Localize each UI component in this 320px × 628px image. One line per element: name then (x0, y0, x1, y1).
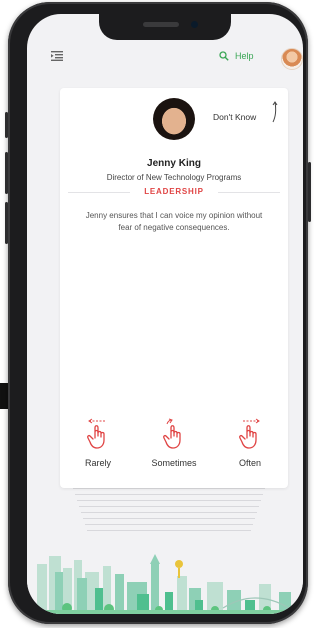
option-label: Sometimes (151, 458, 197, 468)
city-skyline-illustration (27, 542, 303, 614)
survey-card[interactable]: Don't Know Jenny King Director of New Te… (60, 88, 288, 488)
person-title: Director of New Technology Programs (106, 173, 242, 182)
stack-edge (81, 512, 257, 513)
phone-frame: Help Don't Know Jenny King Director of N… (5, 2, 311, 624)
speaker-grille (143, 22, 179, 27)
phone-notch (99, 14, 231, 40)
stack-edge (87, 530, 251, 531)
stack-edge (75, 494, 263, 495)
stack-edge (77, 500, 261, 501)
stack-edge (73, 488, 265, 489)
stack-edge (79, 506, 259, 507)
top-bar: Help (27, 38, 303, 78)
card-stack (71, 484, 267, 542)
option-rarely[interactable]: Rarely (68, 418, 128, 468)
swipe-up-arrow-icon (272, 101, 278, 123)
stack-edge (83, 518, 255, 519)
category-label: LEADERSHIP (144, 187, 204, 196)
search-icon[interactable] (219, 51, 229, 61)
phone-side-button (308, 162, 311, 222)
phone-side-button (5, 112, 8, 138)
survey-statement: Jenny ensures that I can voice my opinio… (85, 211, 263, 232)
option-sometimes[interactable]: Sometimes (144, 418, 204, 468)
phone-side-button (5, 202, 8, 244)
list-menu-icon[interactable] (51, 51, 63, 61)
stack-edge (85, 524, 253, 525)
swipe-right-hand-icon (239, 418, 260, 449)
app-screen: Help Don't Know Jenny King Director of N… (27, 14, 303, 614)
front-camera (191, 21, 198, 28)
swipe-left-hand-icon (87, 418, 105, 449)
option-often[interactable]: Often (220, 418, 280, 468)
stage: Help Don't Know Jenny King Director of N… (0, 0, 314, 628)
phone-side-button (5, 152, 8, 194)
avatar[interactable] (281, 48, 303, 70)
profile-photo (153, 98, 195, 140)
option-label: Often (238, 458, 261, 468)
help-link[interactable]: Help (235, 51, 254, 61)
tap-hand-icon (163, 418, 181, 449)
option-label: Rarely (84, 458, 111, 468)
person-name: Jenny King (147, 158, 201, 169)
dont-know-button[interactable]: Don't Know (213, 112, 256, 122)
